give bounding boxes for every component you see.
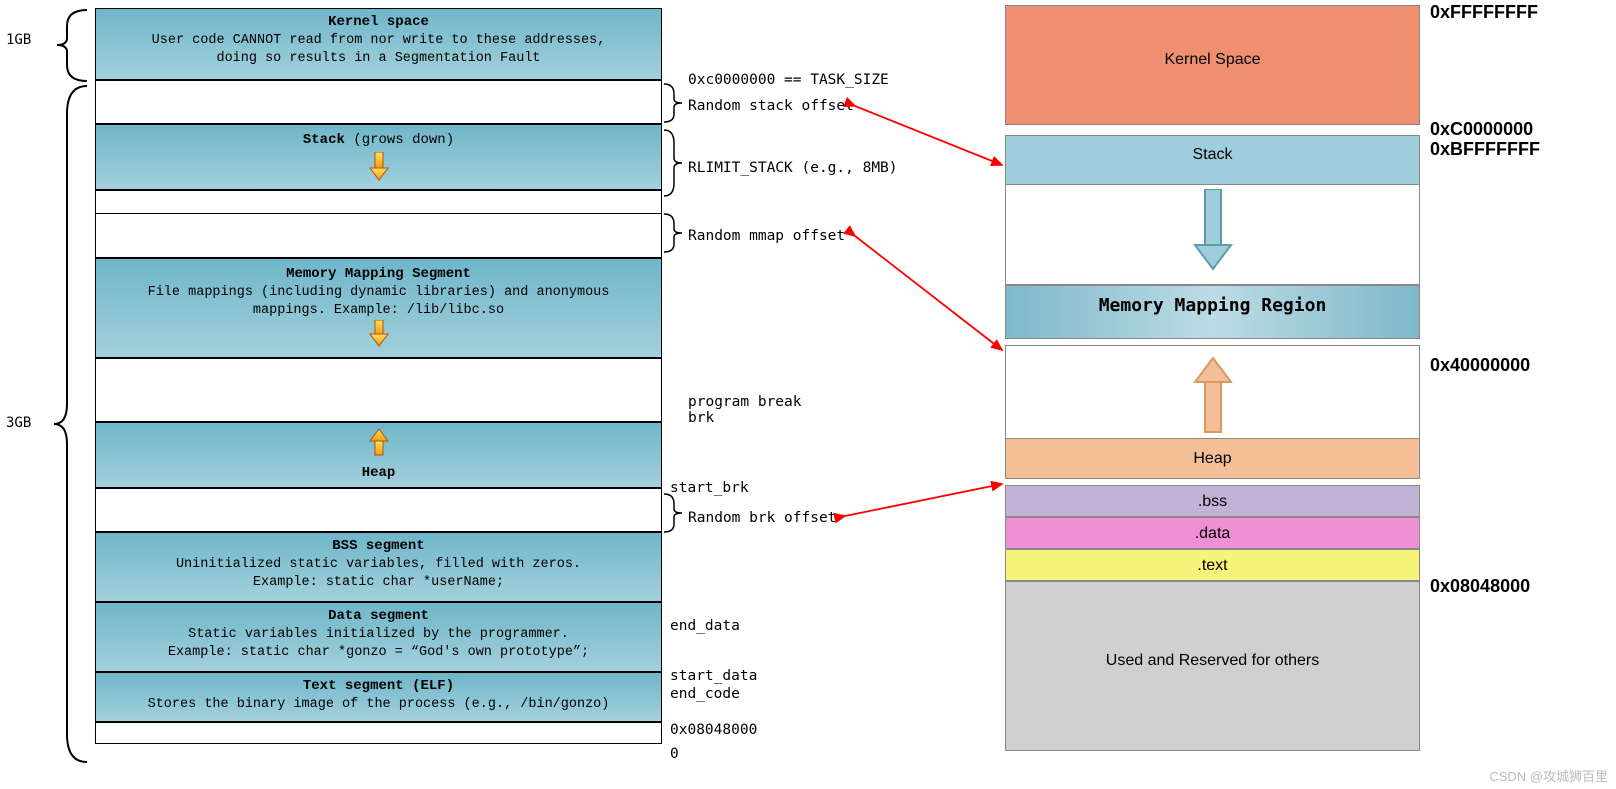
seg-bss: BSS segment Uninitialized static variabl… (95, 532, 662, 602)
rseg-heap: Heap (1005, 439, 1420, 479)
kernel-sub: User code CANNOT read from nor write to … (102, 32, 655, 68)
label-3gb: 3GB (6, 415, 31, 431)
seg-kernel: Kernel space User code CANNOT read from … (95, 8, 662, 80)
stack-title: Stack (303, 132, 345, 148)
bss-sub: Uninitialized static variables, filled w… (102, 556, 655, 592)
annot-rand-brk: Random brk offset (688, 510, 836, 526)
brace-3gb (32, 84, 92, 764)
gap-rlimit (95, 190, 662, 214)
annot-start-data: start_data (670, 668, 757, 684)
rseg-bss: .bss (1005, 485, 1420, 517)
arrow-up-icon (368, 427, 390, 457)
seg-text: Text segment (ELF) Stores the binary ima… (95, 672, 662, 722)
arrow-down-icon (368, 152, 390, 182)
seg-data: Data segment Static variables initialize… (95, 602, 662, 672)
watermark: CSDN @攻城狮百里 (1489, 766, 1608, 785)
rbrace-brk (662, 492, 686, 534)
mmap-title: Memory Mapping Segment (102, 265, 655, 284)
raddr-ffff: 0xFFFFFFFF (1430, 2, 1538, 23)
rseg-kernel: Kernel Space (1005, 5, 1420, 125)
arrow-down-icon (1191, 189, 1235, 271)
rseg-stack-grow (1005, 185, 1420, 285)
text-title: Text segment (ELF) (102, 677, 655, 696)
gap-brk (95, 358, 662, 422)
rbrace-stack (662, 82, 686, 124)
text-sub: Stores the binary image of the process (… (102, 696, 655, 714)
rseg-data: .data (1005, 517, 1420, 549)
stack-title-row: Stack (grows down) (102, 131, 655, 150)
annot-zero: 0 (670, 746, 679, 762)
rseg-text: .text (1005, 549, 1420, 581)
annot-rand-mmap: Random mmap offset (688, 228, 845, 244)
heap-title: Heap (102, 464, 655, 483)
raddr-c000: 0xC0000000 (1430, 119, 1533, 140)
rbrace-mmap (662, 212, 686, 254)
seg-mmap: Memory Mapping Segment File mappings (in… (95, 258, 662, 358)
data-title: Data segment (102, 607, 655, 626)
brace-1gb (32, 8, 92, 83)
mmap-sub: File mappings (including dynamic librari… (102, 284, 655, 320)
gap-zero (95, 722, 662, 744)
raddr-4000: 0x40000000 (1430, 355, 1530, 376)
left-memory-layout: Kernel space User code CANNOT read from … (95, 8, 662, 744)
seg-stack: Stack (grows down) (95, 124, 662, 190)
annot-end-code: end_code (670, 686, 740, 702)
seg-heap: Heap (95, 422, 662, 488)
raddr-0804: 0x08048000 (1430, 576, 1530, 597)
gap-stack-offset (95, 80, 662, 124)
annot-task-size: 0xc0000000 == TASK_SIZE (688, 72, 889, 88)
annot-prog-break: program break brk (688, 394, 802, 426)
rseg-stack: Stack (1005, 135, 1420, 185)
rseg-heap-grow (1005, 345, 1420, 439)
stack-grows: (grows down) (345, 132, 454, 148)
annot-addr-text: 0x08048000 (670, 722, 757, 738)
arrow-up-icon (1191, 356, 1235, 434)
gap-brk-offset (95, 488, 662, 532)
rseg-mmap: Memory Mapping Region (1005, 285, 1420, 339)
bss-title: BSS segment (102, 537, 655, 556)
kernel-title: Kernel space (102, 13, 655, 32)
label-1gb: 1GB (6, 32, 31, 48)
rseg-reserved: Used and Reserved for others (1005, 581, 1420, 751)
right-memory-layout: Kernel Space Stack Memory Mapping Region… (1005, 5, 1420, 751)
rbrace-rlimit (662, 128, 686, 198)
annot-end-data: end_data (670, 618, 740, 634)
arrow-down-icon (368, 320, 390, 348)
annot-rand-stack: Random stack offset (688, 98, 854, 114)
gap-mmap-offset (95, 214, 662, 258)
data-sub: Static variables initialized by the prog… (102, 626, 655, 662)
raddr-bfff: 0xBFFFFFFF (1430, 139, 1540, 160)
annot-rlimit: RLIMIT_STACK (e.g., 8MB) (688, 160, 898, 176)
